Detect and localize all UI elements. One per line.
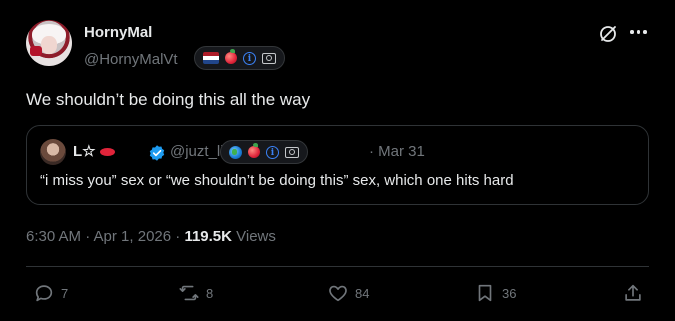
repost-button[interactable]: 8 <box>178 281 213 305</box>
camera-icon <box>285 146 299 158</box>
info-icon: i <box>243 51 256 65</box>
quoted-badges[interactable]: i <box>220 140 308 164</box>
divider <box>26 266 649 267</box>
avatar-face <box>41 36 57 54</box>
reply-count: 7 <box>61 285 69 301</box>
author-handle[interactable]: @HornyMalVt <box>84 51 178 68</box>
grok-icon[interactable] <box>597 23 619 45</box>
like-button[interactable]: 84 <box>327 281 369 305</box>
quoted-text: “i miss you” sex or “we shouldn’t be doi… <box>40 172 514 189</box>
views-label: Views <box>231 228 276 245</box>
quoted-post-card[interactable]: L☆ @juzt_lizi i · Mar 31 “i miss you” se… <box>26 125 649 205</box>
heart-icon <box>329 285 347 302</box>
post-text: We shouldn’t be doing this all the way <box>26 90 311 109</box>
quoted-display-name-text: L☆ <box>73 143 96 160</box>
bookmark-icon <box>478 284 492 302</box>
reply-icon <box>35 285 53 302</box>
author-avatar[interactable] <box>26 20 72 66</box>
nl-flag-icon <box>203 52 219 64</box>
bookmark-button[interactable]: 36 <box>474 281 516 305</box>
repost-icon <box>179 285 199 301</box>
like-count: 84 <box>355 285 370 301</box>
more-options-icon[interactable] <box>630 30 647 34</box>
share-button[interactable] <box>622 281 644 305</box>
peach-icon <box>225 49 237 64</box>
bookmark-count: 36 <box>502 285 517 301</box>
verified-badge-icon <box>149 145 165 161</box>
peach-icon <box>248 143 260 158</box>
quoted-avatar[interactable] <box>40 139 66 165</box>
avatar-bow <box>30 46 42 56</box>
quoted-date[interactable]: · Mar 31 <box>369 143 425 160</box>
author-badges[interactable]: i <box>194 46 285 70</box>
info-icon: i <box>266 145 279 159</box>
repost-count: 8 <box>206 285 214 301</box>
lips-icon <box>99 148 115 156</box>
camera-icon <box>262 52 276 64</box>
globe-icon <box>229 145 242 159</box>
share-icon <box>625 284 641 301</box>
post-meta: 6:30 AM · Apr 1, 2026 · 119.5K Views <box>26 228 276 245</box>
author-display-name[interactable]: HornyMal <box>84 24 152 41</box>
quoted-display-name[interactable]: L☆ <box>73 142 115 160</box>
post-timestamp[interactable]: 6:30 AM · Apr 1, 2026 · <box>26 228 184 245</box>
reply-button[interactable]: 7 <box>33 281 68 305</box>
views-count: 119.5K <box>184 228 232 245</box>
